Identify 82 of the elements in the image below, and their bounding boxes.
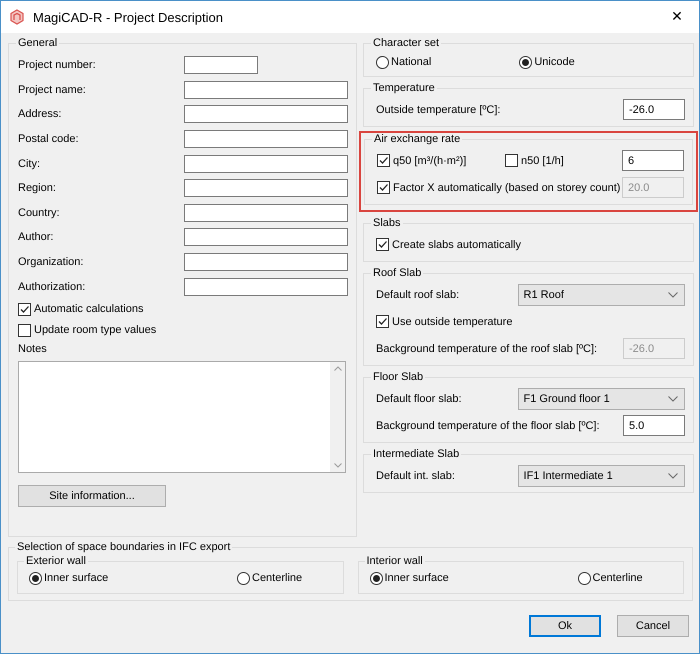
checkbox[interactable] xyxy=(505,154,518,167)
field-label: Postal code: xyxy=(18,133,80,146)
dialog-button[interactable]: Ok xyxy=(529,615,601,637)
group-title: Temperature xyxy=(372,82,436,94)
notes-field[interactable] xyxy=(18,360,346,473)
input-field[interactable] xyxy=(184,80,348,99)
field-label: Default int. slab: xyxy=(376,470,456,482)
checkbox-label: n50 [1/h] xyxy=(521,154,564,166)
group-title: Roof Slab xyxy=(372,267,422,279)
field-label: Author: xyxy=(18,231,54,244)
window-title: MagiCAD-R - Project Description xyxy=(33,10,224,24)
scrollbar[interactable] xyxy=(330,362,345,472)
group-title: Intermediate Slab xyxy=(372,448,460,460)
checkbox-label: Update room type values xyxy=(34,324,156,336)
input-field[interactable]: -26.0 xyxy=(623,99,685,120)
group-title: Slabs xyxy=(372,217,402,229)
input-field[interactable] xyxy=(184,253,348,272)
notes-label: Notes xyxy=(18,342,48,355)
group-title: Selection of space boundaries in IFC export xyxy=(16,541,232,553)
group-title: Exterior wall xyxy=(25,555,87,567)
radio-label: Inner surface xyxy=(384,572,449,584)
chevron-down-icon xyxy=(668,292,678,298)
field-label: Address: xyxy=(18,108,62,120)
radio-button[interactable] xyxy=(376,56,389,68)
input-field[interactable]: 6 xyxy=(622,150,684,171)
radio-label: Centerline xyxy=(252,572,302,584)
field-label: City: xyxy=(18,158,41,170)
group-title: Character set xyxy=(372,37,440,49)
field-label: Project name: xyxy=(18,84,87,96)
input-field[interactable] xyxy=(184,204,348,222)
chevron-down-icon xyxy=(668,472,678,478)
input-field[interactable] xyxy=(184,154,348,173)
scroll-up-icon xyxy=(334,366,342,371)
scroll-down-icon xyxy=(334,462,342,468)
checkbox-label: Factor X automatically (based on storey count) xyxy=(393,182,620,194)
field-label: Country: xyxy=(18,206,61,219)
checkbox-label: q50 [m³/(h·m²)] xyxy=(393,154,466,166)
radio-button[interactable] xyxy=(237,572,250,584)
input-field[interactable] xyxy=(184,228,348,246)
checkbox[interactable] xyxy=(377,154,390,167)
checkbox-label: Automatic calculations xyxy=(34,303,144,316)
site-information-button[interactable]: Site information... xyxy=(18,484,166,507)
checkbox[interactable] xyxy=(18,302,31,316)
radio-button[interactable] xyxy=(578,572,590,584)
checkbox[interactable] xyxy=(376,315,389,328)
dialog-button[interactable]: Cancel xyxy=(617,615,689,637)
field-label: Background temperature of the roof slab [ºC]: xyxy=(376,342,598,354)
input-field[interactable] xyxy=(184,179,348,198)
group-title: Floor Slab xyxy=(372,371,424,383)
radio-button[interactable] xyxy=(29,572,42,584)
field-label: Region: xyxy=(18,182,57,194)
field-label: Background temperature of the floor slab [ºC]: xyxy=(376,420,600,432)
input-field[interactable] xyxy=(184,56,258,74)
checkbox[interactable] xyxy=(18,324,31,337)
chevron-down-icon xyxy=(668,396,678,402)
radio-button[interactable] xyxy=(370,572,382,584)
group-title: Air exchange rate xyxy=(373,133,462,145)
field-label: Project number: xyxy=(18,59,97,72)
input-field[interactable] xyxy=(184,278,348,296)
group-title: Interior wall xyxy=(366,555,424,567)
checkbox-label: Use outside temperature xyxy=(392,316,512,328)
field-label: Outside temperature [ºC]: xyxy=(376,104,500,116)
radio-label: National xyxy=(391,56,432,68)
input-field[interactable]: 5.0 xyxy=(623,415,685,436)
field-label: Authorization: xyxy=(18,280,86,293)
close-button[interactable]: ✕ xyxy=(655,1,699,33)
field-label: Default floor slab: xyxy=(376,392,463,404)
field-label: Organization: xyxy=(18,256,84,268)
checkbox[interactable] xyxy=(376,238,389,251)
radio-label: Centerline xyxy=(592,572,643,584)
radio-label: Inner surface xyxy=(44,572,108,584)
dropdown[interactable]: R1 Roof xyxy=(518,284,685,306)
input-field[interactable] xyxy=(184,105,348,124)
input-field[interactable] xyxy=(184,130,348,148)
dropdown[interactable]: IF1 Intermediate 1 xyxy=(518,464,685,486)
field-label: Default roof slab: xyxy=(376,288,460,300)
app-logo-icon xyxy=(9,9,25,25)
group-title: General xyxy=(17,37,58,49)
radio-button[interactable] xyxy=(519,56,532,68)
dropdown[interactable]: F1 Ground floor 1 xyxy=(518,388,685,410)
radio-label: Unicode xyxy=(534,56,575,68)
checkbox-label: Create slabs automatically xyxy=(392,238,522,250)
